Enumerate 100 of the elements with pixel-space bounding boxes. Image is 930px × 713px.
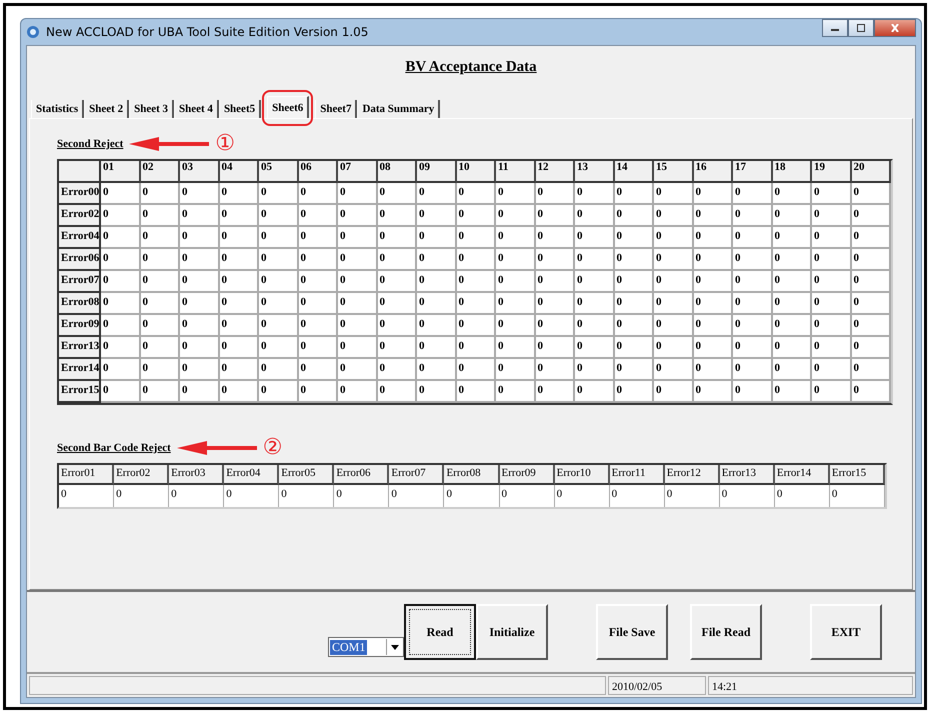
row-header: Error00 [59,183,101,205]
table-cell: 0 [694,337,733,359]
table-cell: 0 [812,293,852,315]
table-cell: 0 [140,315,180,337]
table-cell: 0 [733,227,772,249]
table-cell: 0 [259,381,298,403]
table-cell: 0 [694,183,733,205]
callout-number: ② [262,437,282,459]
table-cell: 0 [220,271,259,293]
maximize-button[interactable] [848,19,874,37]
table-cell: 0 [575,249,614,271]
table-cell: 0 [220,381,259,403]
column-header: Error10 [554,465,610,485]
table-cell: 0 [417,183,456,205]
action-button[interactable]: EXIT [810,604,882,660]
table-cell: 0 [733,271,772,293]
table-cell: 0 [220,183,259,205]
table-cell: 0 [575,381,614,403]
table-cell: 0 [378,293,417,315]
port-dropdown[interactable]: COM1 [328,637,404,657]
tab[interactable]: Sheet7 [315,100,358,118]
tab[interactable]: Sheet 2 [84,100,130,118]
table-cell: 0 [389,485,444,507]
action-button[interactable]: Read [404,604,476,660]
table-cell: 0 [496,271,536,293]
column-header: 19 [812,161,852,183]
table-cell: 0 [259,315,298,337]
table-cell: 0 [772,359,812,381]
table-cell: 0 [180,271,220,293]
action-button[interactable]: File Save [596,604,668,660]
table-cell: 0 [298,293,338,315]
table-cell: 0 [575,293,614,315]
column-header: 09 [417,161,456,183]
table-cell: 0 [101,249,140,271]
table-cell: 0 [456,227,496,249]
close-button[interactable] [874,19,916,37]
window-title: New ACCLOAD for UBA Tool Suite Edition Version 1.05 [46,25,368,39]
table-cell: 0 [575,183,614,205]
table-cell: 0 [456,205,496,227]
app-icon [26,25,40,39]
table-cell: 0 [772,337,812,359]
row-header: Error06 [59,249,101,271]
column-header: Error09 [500,465,555,485]
table-cell: 0 [614,249,654,271]
table-cell: 0 [654,293,694,315]
action-button[interactable]: Initialize [476,604,548,660]
table-cell: 0 [378,183,417,205]
table-cell: 0 [536,381,575,403]
table-cell: 0 [575,271,614,293]
column-header: Error13 [720,465,775,485]
maximize-icon [856,24,866,32]
row-header: Error13 [59,337,101,359]
table-cell: 0 [444,485,500,507]
table-cell: 0 [733,293,772,315]
table-cell: 0 [298,205,338,227]
page-heading: BV Acceptance Data [405,59,537,75]
column-header: Error11 [610,465,665,485]
table-cell: 0 [614,227,654,249]
table-cell: 0 [259,205,298,227]
table-cell: 0 [456,293,496,315]
table-cell: 0 [101,293,140,315]
action-button[interactable]: File Read [690,604,762,660]
table-cell: 0 [101,183,140,205]
row-header: Error15 [59,381,101,403]
tab[interactable]: Sheet6 [267,96,310,118]
table-cell: 0 [114,485,170,507]
table-cell: 0 [417,381,456,403]
table-cell: 0 [220,249,259,271]
table-cell: 0 [378,249,417,271]
column-header: 15 [654,161,694,183]
table-cell: 0 [140,227,180,249]
tab[interactable]: Statistics [31,100,84,118]
tab[interactable]: Data Summary [357,100,440,118]
column-header: 13 [575,161,614,183]
table-cell: 0 [733,183,772,205]
table-cell: 0 [456,271,496,293]
column-header: 14 [614,161,654,183]
table-cell: 0 [812,249,852,271]
table-cell: 0 [417,227,456,249]
table-cell: 0 [180,359,220,381]
table-cell: 0 [654,271,694,293]
table-cell: 0 [456,359,496,381]
table-cell: 0 [298,227,338,249]
minimize-button[interactable] [822,19,848,37]
table-cell: 0 [614,205,654,227]
table-cell: 0 [220,205,259,227]
table-cell: 0 [140,249,180,271]
tab[interactable]: Sheet 3 [129,100,174,118]
table-cell: 0 [536,205,575,227]
arrow-icon [176,441,257,455]
tab[interactable]: Sheet 4 [174,100,219,118]
table-cell: 0 [220,227,259,249]
tab[interactable]: Sheet5 [218,100,262,118]
table-cell: 0 [733,205,772,227]
table-cell: 0 [496,249,536,271]
table-cell: 0 [772,249,812,271]
table-cell: 0 [140,359,180,381]
table-cell: 0 [259,293,298,315]
table-cell: 0 [417,359,456,381]
table-cell: 0 [852,183,891,205]
